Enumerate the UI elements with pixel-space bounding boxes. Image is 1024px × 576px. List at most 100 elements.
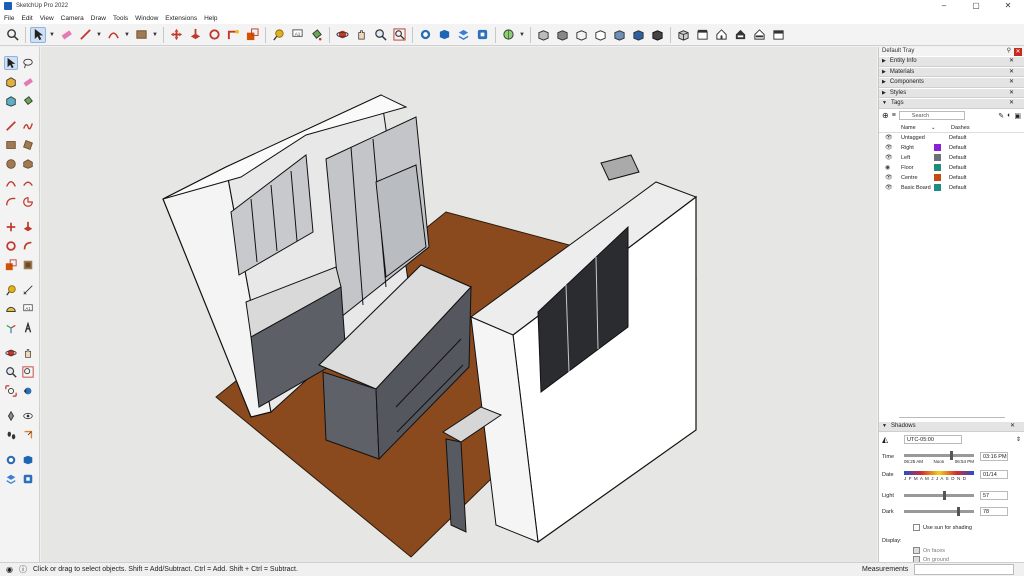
select-tool-icon[interactable] bbox=[30, 26, 46, 43]
visibility-eye-icon[interactable]: ◉ bbox=[885, 164, 895, 171]
tape-measure-icon[interactable] bbox=[4, 283, 18, 297]
scale-icon[interactable] bbox=[4, 258, 18, 272]
xray-style-icon[interactable] bbox=[535, 27, 551, 43]
3d-warehouse-icon[interactable] bbox=[4, 453, 18, 467]
zoom-extents-icon[interactable] bbox=[4, 384, 18, 398]
tag-search-input[interactable]: Search bbox=[898, 111, 965, 120]
zoom-extents-icon[interactable] bbox=[391, 27, 407, 43]
chevron-down-icon[interactable]: ⌄ bbox=[931, 123, 951, 132]
dimension-icon[interactable] bbox=[21, 283, 35, 297]
tag-color-swatch[interactable] bbox=[934, 144, 941, 151]
tag-name[interactable]: Untagged bbox=[901, 135, 933, 141]
look-around-icon[interactable] bbox=[21, 409, 35, 423]
eraser-icon[interactable] bbox=[58, 27, 74, 43]
panel-styles[interactable]: ▶ Styles ✕ bbox=[879, 87, 1024, 98]
left-view-icon[interactable] bbox=[770, 27, 786, 43]
status-icon[interactable]: ◉ bbox=[6, 565, 13, 574]
text-tool-icon[interactable]: A1 bbox=[289, 27, 305, 43]
shape-dropdown-icon[interactable]: ▼ bbox=[152, 27, 158, 43]
rectangle-icon[interactable] bbox=[4, 138, 18, 152]
move-icon[interactable] bbox=[168, 27, 184, 43]
tag-color-swatch[interactable] bbox=[934, 154, 941, 161]
shaded-style-icon[interactable] bbox=[611, 27, 627, 43]
on-faces-checkbox[interactable] bbox=[913, 547, 920, 554]
extension-manager-icon[interactable] bbox=[474, 27, 490, 43]
color-by-tag-icon[interactable]: ◐ bbox=[1007, 112, 1011, 119]
panel-close-icon[interactable]: ✕ bbox=[1009, 89, 1014, 98]
pan-icon[interactable] bbox=[353, 27, 369, 43]
top-view-icon[interactable] bbox=[694, 27, 710, 43]
three-point-arc-icon[interactable] bbox=[4, 195, 18, 209]
menu-file[interactable]: File bbox=[4, 15, 14, 22]
search-icon[interactable] bbox=[4, 27, 20, 43]
iso-view-icon[interactable] bbox=[675, 27, 691, 43]
tag-row[interactable]: 👁 Centre Default bbox=[879, 173, 1024, 183]
visibility-eye-icon[interactable]: 👁 bbox=[885, 154, 895, 161]
panel-shadows[interactable]: ▼ Shadows ✕ bbox=[879, 421, 1024, 432]
date-slider[interactable] bbox=[904, 470, 974, 475]
minimize-button[interactable]: – bbox=[928, 0, 960, 12]
panel-close-icon[interactable]: ✕ bbox=[1009, 68, 1014, 77]
tag-row[interactable]: ◉ Floor Default bbox=[879, 163, 1024, 173]
section-plane-icon[interactable] bbox=[21, 428, 35, 442]
menu-help[interactable]: Help bbox=[204, 15, 217, 22]
circle-icon[interactable] bbox=[4, 157, 18, 171]
panel-tags[interactable]: ▼ Tags ✕ bbox=[879, 98, 1024, 109]
visibility-eye-icon[interactable]: 👁 bbox=[885, 184, 895, 191]
dark-slider-knob[interactable] bbox=[956, 507, 960, 516]
text-tool-icon[interactable]: A1 bbox=[21, 302, 35, 316]
arc-icon[interactable] bbox=[105, 27, 121, 43]
tag-name[interactable]: Centre bbox=[901, 175, 933, 181]
rotate-icon[interactable] bbox=[206, 27, 222, 43]
light-slider-knob[interactable] bbox=[942, 491, 946, 500]
tape-measure-icon[interactable] bbox=[270, 27, 286, 43]
model-viewport[interactable] bbox=[41, 47, 877, 562]
panel-close-icon[interactable]: ✕ bbox=[1009, 78, 1014, 87]
freehand-icon[interactable] bbox=[21, 119, 35, 133]
back-edges-style-icon[interactable] bbox=[554, 27, 570, 43]
pie-icon[interactable] bbox=[21, 195, 35, 209]
dark-input[interactable]: 78 bbox=[980, 507, 1008, 516]
zoom-window-icon[interactable] bbox=[21, 365, 35, 379]
make-group-icon[interactable] bbox=[4, 94, 18, 108]
pan-icon[interactable] bbox=[21, 346, 35, 360]
zoom-icon[interactable] bbox=[372, 27, 388, 43]
pencil-line-icon[interactable] bbox=[77, 27, 93, 43]
panel-close-icon[interactable]: ✕ bbox=[1009, 57, 1014, 66]
extension-warehouse-icon[interactable] bbox=[21, 453, 35, 467]
menu-window[interactable]: Window bbox=[135, 15, 158, 22]
make-component-icon[interactable] bbox=[4, 75, 18, 89]
panel-close-icon[interactable]: ✕ bbox=[1010, 422, 1015, 431]
select-dropdown-icon[interactable]: ▼ bbox=[49, 27, 55, 43]
panel-close-icon[interactable]: ✕ bbox=[1009, 99, 1014, 108]
expand-icon[interactable]: ⇕ bbox=[1016, 436, 1021, 443]
move-icon[interactable] bbox=[4, 220, 18, 234]
push-pull-icon[interactable] bbox=[21, 220, 35, 234]
push-pull-icon[interactable] bbox=[187, 27, 203, 43]
follow-me-icon[interactable] bbox=[21, 239, 35, 253]
timezone-select[interactable]: UTC-05:00 bbox=[904, 435, 962, 444]
polygon-icon[interactable] bbox=[21, 157, 35, 171]
back-view-icon[interactable] bbox=[751, 27, 767, 43]
shaded-textures-style-icon[interactable] bbox=[630, 27, 646, 43]
dark-slider[interactable] bbox=[904, 507, 974, 516]
panel-components[interactable]: ▶ Components ✕ bbox=[879, 77, 1024, 88]
visibility-eye-icon[interactable]: 👁 bbox=[885, 134, 895, 141]
geo-location-icon[interactable] bbox=[500, 27, 516, 43]
front-view-icon[interactable] bbox=[713, 27, 729, 43]
tag-dashes[interactable]: Default bbox=[949, 185, 979, 191]
rotate-icon[interactable] bbox=[4, 239, 18, 253]
tag-dashes[interactable]: Default bbox=[949, 155, 979, 161]
eraser-icon[interactable] bbox=[21, 75, 35, 89]
tag-row[interactable]: 👁 Right Default bbox=[879, 143, 1024, 153]
position-camera-icon[interactable] bbox=[4, 409, 18, 423]
arc-dropdown-icon[interactable]: ▼ bbox=[124, 27, 130, 43]
two-point-arc-icon[interactable] bbox=[21, 176, 35, 190]
tag-name[interactable]: Basic Board bbox=[901, 185, 933, 191]
orbit-icon[interactable] bbox=[334, 27, 350, 43]
offset-icon[interactable] bbox=[21, 258, 35, 272]
tag-dashes[interactable]: Default bbox=[949, 165, 979, 171]
geo-dropdown-icon[interactable]: ▼ bbox=[519, 27, 525, 43]
pin-icon[interactable]: ⚲ bbox=[1007, 47, 1011, 56]
tag-folder-icon[interactable]: ▣ bbox=[1014, 112, 1021, 120]
